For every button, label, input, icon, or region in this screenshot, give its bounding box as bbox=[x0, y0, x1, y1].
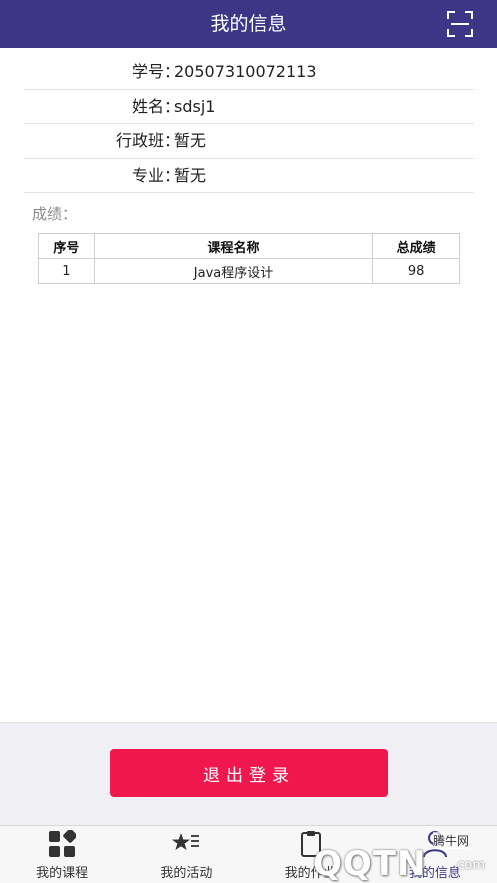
tab-label: 我的作业 bbox=[284, 866, 337, 881]
student-info: 学号： 20507310072113 姓名： sdsj1 行政班： 暂无 专业：… bbox=[24, 55, 474, 193]
column-header: 课程名称 bbox=[93, 233, 374, 259]
bottom-tab-bar: 我的课程 我的活动 我的作业 我的信息 bbox=[0, 825, 497, 883]
column-header: 序号 bbox=[38, 233, 95, 259]
table-row: 1 Java程序设计 98 bbox=[38, 258, 460, 284]
clipboard-icon bbox=[300, 831, 321, 857]
table-cell: Java程序设计 bbox=[93, 258, 374, 284]
tab-my-activities[interactable]: 我的活动 bbox=[124, 826, 248, 883]
info-label: 行政班： bbox=[115, 131, 180, 150]
table-cell: 98 bbox=[372, 258, 460, 284]
info-value: 20507310072113 bbox=[174, 62, 317, 81]
user-icon bbox=[422, 831, 447, 858]
top-bar: 我的信息 bbox=[0, 0, 497, 48]
page-title: 我的信息 bbox=[210, 13, 287, 35]
tab-my-info[interactable]: 我的信息 bbox=[373, 826, 497, 883]
scores-heading: 成绩： bbox=[32, 205, 78, 223]
table-header-row: 序号 课程名称 总成绩 bbox=[38, 233, 460, 259]
info-row-class: 行政班： 暂无 bbox=[24, 124, 474, 159]
table-cell: 1 bbox=[38, 258, 95, 284]
column-header: 总成绩 bbox=[372, 233, 460, 259]
grid-icon bbox=[49, 830, 77, 857]
info-value: 暂无 bbox=[174, 131, 207, 150]
tab-my-homework[interactable]: 我的作业 bbox=[249, 826, 373, 883]
info-row-student-id: 学号： 20507310072113 bbox=[24, 55, 474, 90]
info-row-major: 专业： 暂无 bbox=[24, 159, 474, 193]
info-label: 姓名： bbox=[131, 96, 180, 116]
info-value: 暂无 bbox=[174, 165, 207, 185]
tab-my-courses[interactable]: 我的课程 bbox=[0, 826, 124, 883]
tab-label: 我的课程 bbox=[36, 866, 89, 881]
info-row-name: 姓名： sdsj1 bbox=[24, 90, 474, 124]
star-list-icon bbox=[172, 833, 200, 850]
info-label: 专业： bbox=[131, 165, 180, 185]
logout-area: 退出登录 bbox=[0, 722, 497, 825]
tab-label: 我的活动 bbox=[160, 866, 213, 881]
tab-label: 我的信息 bbox=[408, 866, 461, 881]
scores-table: 序号 课程名称 总成绩 1 Java程序设计 98 bbox=[38, 233, 460, 284]
logout-button[interactable]: 退出登录 bbox=[110, 749, 388, 797]
scan-frame-icon[interactable] bbox=[447, 11, 473, 37]
info-value: sdsj1 bbox=[174, 96, 216, 116]
info-label: 学号： bbox=[131, 62, 180, 81]
